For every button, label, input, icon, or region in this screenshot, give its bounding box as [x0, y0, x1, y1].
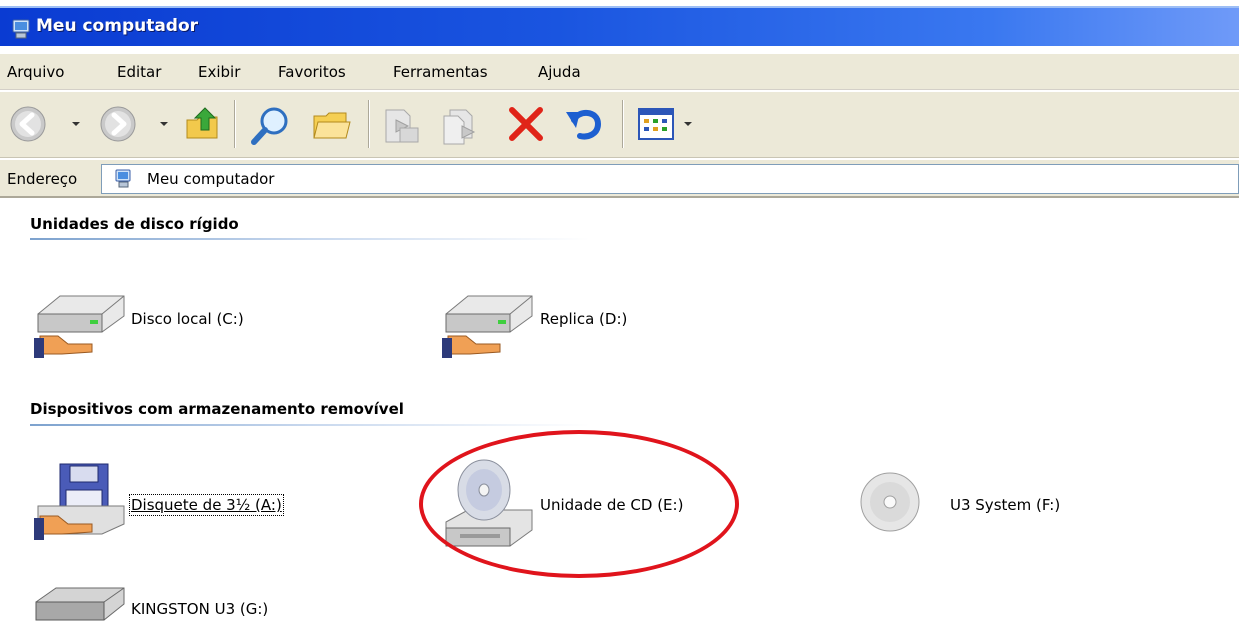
section-divider — [30, 424, 590, 426]
address-label: Endereço — [7, 170, 78, 188]
forward-dropdown-icon[interactable] — [160, 122, 168, 126]
section-divider — [30, 238, 590, 240]
drive-label-f[interactable]: U3 System (F:) — [950, 496, 1060, 514]
highlight-annotation — [419, 430, 739, 578]
address-value: Meu computador — [147, 170, 275, 188]
menu-editar[interactable]: Editar — [117, 63, 161, 81]
toolbar — [0, 92, 1239, 158]
forward-icon[interactable] — [98, 104, 138, 144]
views-dropdown-icon[interactable] — [684, 122, 692, 126]
my-computer-icon — [115, 169, 131, 188]
hard-drive-shared-icon[interactable] — [440, 288, 536, 360]
window-title: Meu computador — [36, 16, 199, 36]
floppy-shared-icon[interactable] — [32, 462, 128, 544]
usb-drive-icon[interactable] — [32, 580, 128, 626]
menu-ferramentas[interactable]: Ferramentas — [393, 63, 488, 81]
up-folder-icon[interactable] — [183, 104, 223, 144]
drive-label-g[interactable]: KINGSTON U3 (G:) — [131, 600, 268, 618]
drive-label-c[interactable]: Disco local (C:) — [131, 310, 244, 328]
menu-exibir[interactable]: Exibir — [198, 63, 240, 81]
move-to-icon[interactable] — [380, 104, 424, 148]
back-icon[interactable] — [8, 104, 48, 144]
address-input[interactable]: Meu computador — [101, 164, 1239, 194]
toolbar-separator — [622, 100, 624, 148]
address-bar: Endereço Meu computador — [0, 160, 1239, 198]
delete-icon[interactable] — [506, 104, 546, 144]
back-dropdown-icon[interactable] — [72, 122, 80, 126]
cd-icon[interactable] — [858, 470, 922, 534]
menu-bar: Arquivo Editar Exibir Favoritos Ferramen… — [0, 54, 1239, 90]
menu-ajuda[interactable]: Ajuda — [538, 63, 581, 81]
menu-favoritos[interactable]: Favoritos — [278, 63, 346, 81]
toolbar-separator — [368, 100, 370, 148]
hard-drive-shared-icon[interactable] — [32, 288, 128, 360]
my-computer-icon — [12, 19, 30, 39]
search-icon[interactable] — [248, 104, 292, 148]
menu-arquivo[interactable]: Arquivo — [7, 63, 64, 81]
title-bar[interactable]: Meu computador — [0, 6, 1239, 46]
toolbar-separator — [234, 100, 236, 148]
folders-icon[interactable] — [310, 104, 354, 148]
copy-to-icon[interactable] — [440, 104, 484, 148]
section-title-removable: Dispositivos com armazenamento removível — [30, 400, 404, 418]
drive-label-d[interactable]: Replica (D:) — [540, 310, 627, 328]
undo-icon[interactable] — [564, 104, 604, 144]
drive-label-a[interactable]: Disquete de 3½ (A:) — [129, 494, 284, 516]
views-icon[interactable] — [636, 104, 680, 144]
section-title-hard-disks: Unidades de disco rígido — [30, 215, 239, 233]
